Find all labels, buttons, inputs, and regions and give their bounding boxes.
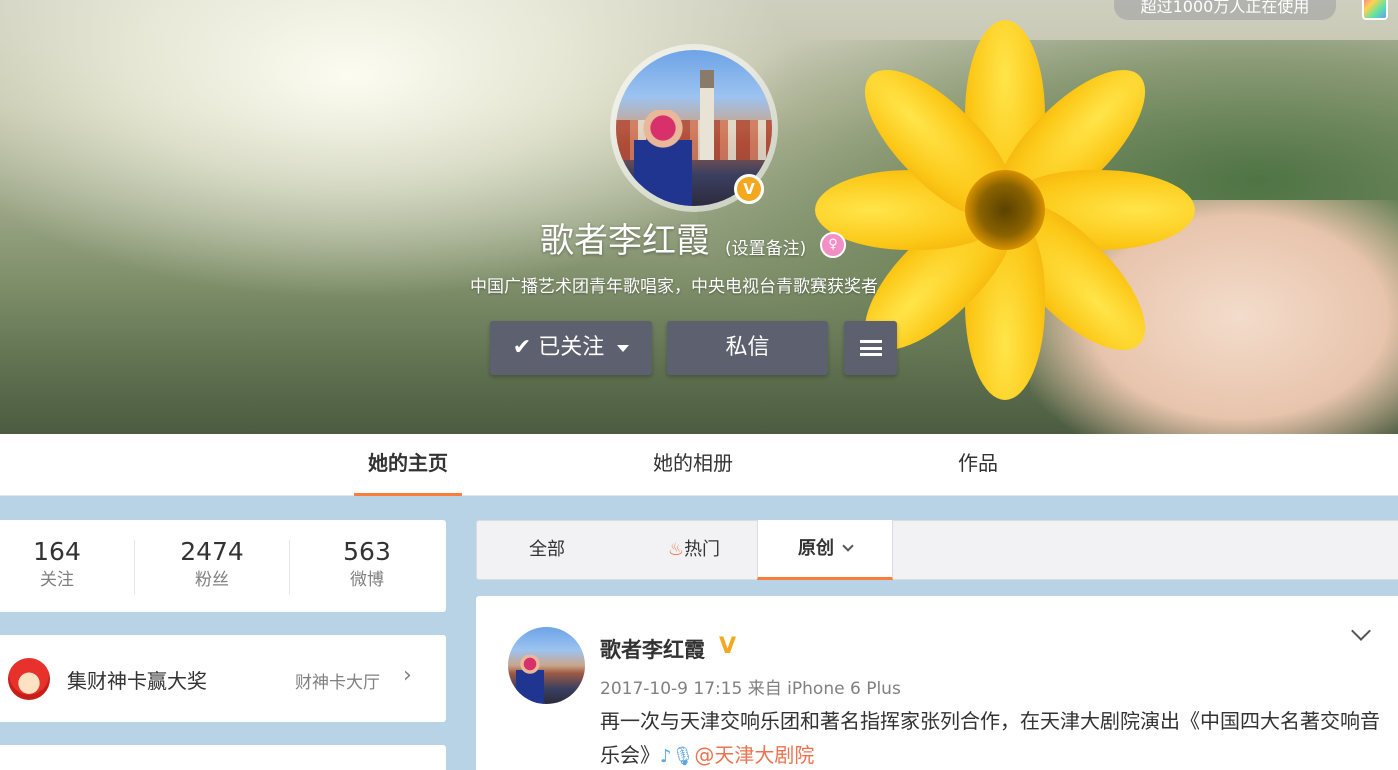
female-icon: ♀ <box>820 232 846 258</box>
profile-name: 歌者李红霞 <box>540 221 710 261</box>
fortune-god-icon <box>8 658 50 700</box>
filter-original[interactable]: 原创 <box>757 520 893 580</box>
stats-card: 164 关注 2474 粉丝 563 微博 <box>0 520 446 612</box>
stat-label: 粉丝 <box>195 570 229 590</box>
caret-down-icon <box>617 344 630 352</box>
post-mention[interactable]: @天津大剧院 <box>694 743 814 767</box>
filter-hot-label: 热门 <box>684 539 721 560</box>
set-remark-link[interactable]: (设置备注) <box>725 234 806 259</box>
follow-label: 已关注 <box>538 335 605 360</box>
stat-followers[interactable]: 2474 粉丝 <box>137 536 287 592</box>
chevron-down-icon <box>842 540 854 552</box>
post-meta: 2017-10-9 17:15 来自 iPhone 6 Plus <box>600 679 901 699</box>
user-count-chip[interactable]: 超过1000万人正在使用 <box>1114 0 1336 20</box>
app-icon[interactable] <box>1362 0 1388 20</box>
promo-link[interactable]: 财神卡大厅 <box>295 668 380 693</box>
flame-icon: ♨ <box>667 539 685 560</box>
hamburger-icon <box>859 340 882 356</box>
sidebar-card <box>0 745 446 770</box>
promo-card[interactable]: 集财神卡赢大奖 财神卡大厅 › <box>0 635 446 722</box>
follow-button[interactable]: ✔ 已关注 <box>490 321 652 375</box>
tab-album[interactable]: 她的相册 <box>630 434 756 496</box>
profile-bio: 中国广播艺术团青年歌唱家，中央电视台青歌赛获奖者 <box>470 277 878 297</box>
stat-label: 关注 <box>40 570 74 590</box>
profile-tab-bar: 她的主页 她的相册 作品 <box>0 434 1398 496</box>
post-avatar[interactable] <box>508 627 585 704</box>
post-card: 歌者李红霞 V 2017-10-9 17:15 来自 iPhone 6 Plus… <box>476 596 1398 770</box>
tab-works[interactable]: 作品 <box>935 434 1021 496</box>
post-author[interactable]: 歌者李红霞 <box>600 634 705 664</box>
chevron-right-icon: › <box>403 663 412 688</box>
promo-title: 集财神卡赢大奖 <box>67 669 207 693</box>
filter-hot[interactable]: ♨热门 <box>649 521 739 579</box>
stat-value: 164 <box>33 537 81 566</box>
microphone-icon: 🎙 <box>671 746 695 767</box>
check-icon: ✔ <box>512 335 532 360</box>
filter-all[interactable]: 全部 <box>507 521 587 579</box>
verified-icon: V <box>719 634 737 659</box>
post-text: 再一次与天津交响乐团和著名指挥家张列合作，在天津大剧院演出《中国四大名著交响音乐… <box>600 704 1380 770</box>
stat-value: 2474 <box>180 537 244 566</box>
divider <box>289 540 290 594</box>
feed-filter-bar: 全部 ♨热门 原创 <box>476 520 1398 580</box>
filter-original-label: 原创 <box>798 538 834 559</box>
message-button[interactable]: 私信 <box>667 321 828 375</box>
stat-posts[interactable]: 563 微博 <box>292 536 442 592</box>
stat-label: 微博 <box>350 570 384 590</box>
tab-home[interactable]: 她的主页 <box>354 434 462 496</box>
post-menu-chevron-icon[interactable] <box>1351 621 1371 641</box>
more-menu-button[interactable] <box>844 321 897 375</box>
profile-banner: 超过1000万人正在使用 V 歌者李红霞 (设置备注) ♀ 中国广播艺术团青年歌… <box>0 0 1398 434</box>
divider <box>134 540 135 594</box>
music-note-icon: ♪ <box>660 746 672 767</box>
stat-following[interactable]: 164 关注 <box>0 536 132 592</box>
verified-icon: V <box>734 174 764 204</box>
stat-value: 563 <box>343 537 391 566</box>
message-label: 私信 <box>725 335 770 360</box>
